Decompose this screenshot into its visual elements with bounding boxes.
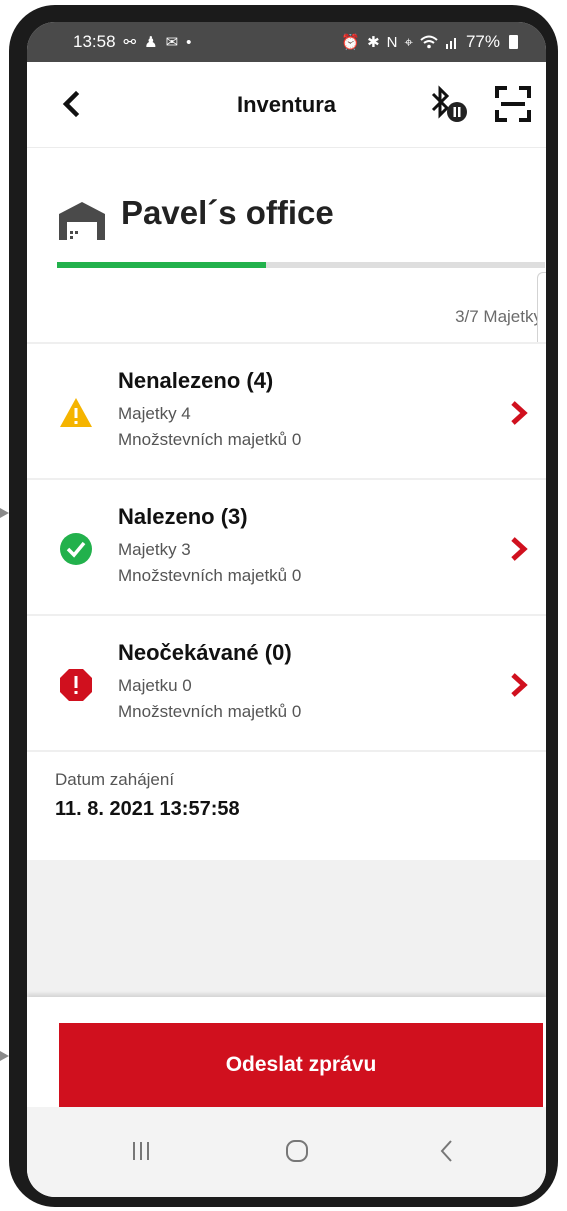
person-icon: ♟ <box>144 34 158 51</box>
row-unexpected[interactable]: Neočekávané (0) Majetku 0 Množstevních m… <box>27 616 546 750</box>
row-title: Nenalezeno (4) <box>118 368 274 393</box>
row-assets: Majetky 3 <box>118 540 191 559</box>
status-bar: 13:58 ⚯ ♟ ✉ • ⏰ ✱ N ⌖ 77% <box>27 22 546 62</box>
alarm-icon: ⏰ <box>341 34 361 51</box>
row-quantity-assets: Množstevních majetků 0 <box>118 430 302 449</box>
home-icon[interactable] <box>275 1129 319 1173</box>
pointer-arrow <box>0 1051 9 1061</box>
bluetooth-paused-icon[interactable] <box>427 84 469 124</box>
phone-frame: 13:58 ⚯ ♟ ✉ • ⏰ ✱ N ⌖ 77% Inventura Pave… <box>9 5 558 1207</box>
nfc-icon: N <box>386 33 398 51</box>
asset-count: 3/7 Majetky <box>455 307 542 326</box>
warehouse-icon <box>59 202 105 240</box>
location-name: Pavel´s office <box>121 194 334 231</box>
row-assets: Majetku 0 <box>118 676 192 695</box>
recent-apps-icon[interactable] <box>119 1129 163 1173</box>
signal-icon <box>445 38 456 49</box>
start-date-section: Datum zahájení 11. 8. 2021 13:57:58 <box>27 752 546 858</box>
chevron-right-icon <box>511 673 528 697</box>
location-icon: ⌖ <box>404 33 413 51</box>
check-circle-icon <box>60 533 92 565</box>
empty-area <box>27 860 546 997</box>
progress-fill <box>57 262 267 268</box>
chevron-right-icon <box>511 401 528 425</box>
wifi-icon <box>420 35 438 49</box>
screen: 13:58 ⚯ ♟ ✉ • ⏰ ✱ N ⌖ 77% Inventura Pave… <box>27 22 546 1197</box>
footer: Odeslat zprávu <box>27 997 546 1107</box>
pointer-arrow <box>0 508 9 518</box>
row-quantity-assets: Množstevních majetků 0 <box>118 566 302 585</box>
battery-text: 77% <box>465 32 500 51</box>
bluetooth-icon: ✱ <box>367 34 380 51</box>
progress-bar <box>57 262 545 268</box>
row-quantity-assets: Množstevních majetků 0 <box>118 702 302 721</box>
start-date-value: 11. 8. 2021 13:57:58 <box>55 798 240 820</box>
status-time: 13:58 <box>73 32 116 51</box>
error-octagon-icon <box>60 669 92 701</box>
message-icon: ✉ <box>165 34 179 51</box>
row-title: Neočekávané (0) <box>118 640 292 665</box>
hotspot-icon: ⚯ <box>123 34 137 51</box>
start-date-label: Datum zahájení <box>55 770 175 789</box>
row-title: Nalezeno (3) <box>118 504 248 529</box>
scan-frame-icon[interactable] <box>495 86 531 122</box>
chevron-right-icon <box>511 537 528 561</box>
system-nav-bar <box>27 1107 546 1197</box>
row-not-found[interactable]: Nenalezeno (4) Majetky 4 Množstevních ma… <box>27 344 546 478</box>
battery-icon <box>509 35 518 49</box>
row-found[interactable]: Nalezeno (3) Majetky 3 Množstevních maje… <box>27 480 546 614</box>
send-report-button[interactable]: Odeslat zprávu <box>59 1023 543 1107</box>
row-assets: Majetky 4 <box>118 404 191 423</box>
warning-triangle-icon <box>60 398 92 427</box>
location-section: Pavel´s office 3/7 Majetky <box>27 148 546 344</box>
back-icon[interactable] <box>425 1129 469 1173</box>
app-header: Inventura <box>27 62 546 148</box>
dot-icon: • <box>186 33 192 51</box>
